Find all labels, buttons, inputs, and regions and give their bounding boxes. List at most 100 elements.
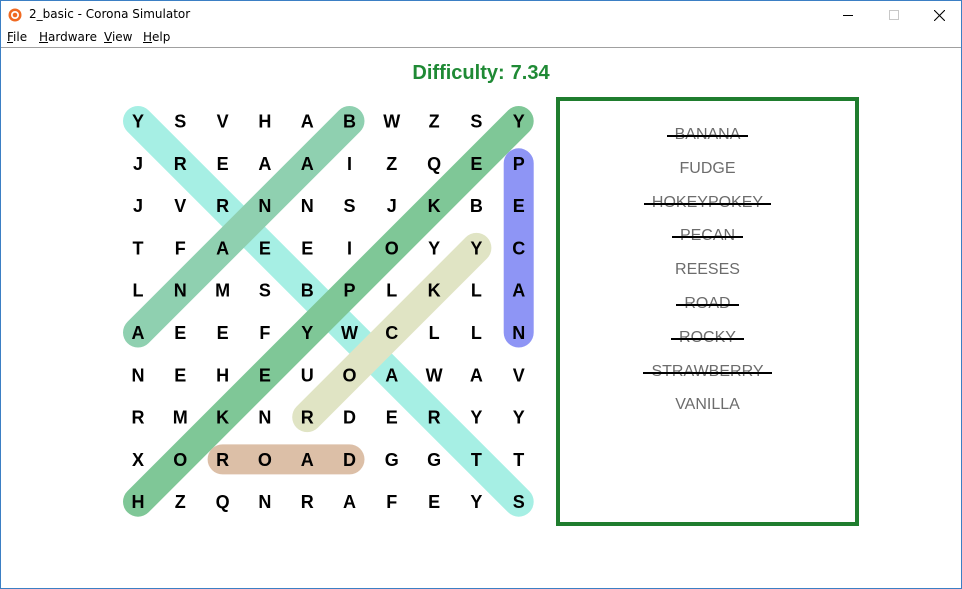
grid-letter[interactable]: U	[301, 365, 314, 385]
grid-letter[interactable]: Q	[216, 492, 230, 512]
grid-letter[interactable]: A	[301, 154, 314, 174]
grid-letter[interactable]: R	[216, 450, 229, 470]
grid-letter[interactable]: S	[343, 196, 355, 216]
grid-letter[interactable]: Z	[175, 492, 186, 512]
grid-letter[interactable]: A	[343, 492, 356, 512]
grid-letter[interactable]: O	[342, 365, 356, 385]
grid-letter[interactable]: Y	[428, 238, 440, 258]
close-button[interactable]	[916, 1, 962, 29]
grid-letter[interactable]: L	[133, 281, 144, 301]
grid-letter[interactable]: Y	[301, 323, 313, 343]
grid-letter[interactable]: T	[513, 450, 524, 470]
grid-letter[interactable]: N	[301, 196, 314, 216]
grid-letter[interactable]: V	[174, 196, 186, 216]
grid-letter[interactable]: K	[216, 408, 229, 428]
grid-letter[interactable]: Z	[429, 112, 440, 132]
grid-letter[interactable]: V	[217, 112, 229, 132]
grid-letter[interactable]: S	[513, 492, 525, 512]
grid-letter[interactable]: O	[258, 450, 272, 470]
grid-letter[interactable]: B	[343, 112, 356, 132]
grid-letter[interactable]: S	[470, 112, 482, 132]
grid-letter[interactable]: R	[216, 196, 229, 216]
grid-letter[interactable]: N	[258, 408, 271, 428]
grid-letter[interactable]: E	[217, 154, 229, 174]
grid-letter[interactable]: E	[174, 323, 186, 343]
grid-letter[interactable]: Z	[386, 154, 397, 174]
grid-letter[interactable]: N	[132, 365, 145, 385]
grid-letter[interactable]: Q	[427, 154, 441, 174]
grid-letter[interactable]: J	[387, 196, 397, 216]
grid-letter[interactable]: E	[174, 365, 186, 385]
grid-letter[interactable]: Y	[470, 238, 482, 258]
grid-letter[interactable]: A	[385, 365, 398, 385]
grid-letter[interactable]: R	[301, 492, 314, 512]
grid-letter[interactable]: K	[428, 281, 441, 301]
grid-letter[interactable]: K	[428, 196, 441, 216]
grid-letter[interactable]: A	[301, 450, 314, 470]
grid-letter[interactable]: I	[347, 238, 352, 258]
grid-letter[interactable]: D	[343, 450, 356, 470]
grid-letter[interactable]: J	[133, 196, 143, 216]
grid-letter[interactable]: N	[258, 196, 271, 216]
grid-letter[interactable]: L	[386, 281, 397, 301]
grid-letter[interactable]: R	[301, 408, 314, 428]
menu-help[interactable]: Help	[143, 30, 170, 44]
grid-letter[interactable]: M	[173, 408, 188, 428]
grid-letter[interactable]: L	[429, 323, 440, 343]
minimize-button[interactable]	[825, 1, 871, 29]
grid-letter[interactable]: W	[383, 112, 400, 132]
grid-letter[interactable]: N	[512, 323, 525, 343]
grid-letter[interactable]: F	[175, 238, 186, 258]
grid-letter[interactable]: Y	[513, 408, 525, 428]
grid-letter[interactable]: O	[173, 450, 187, 470]
grid-letter[interactable]: G	[385, 450, 399, 470]
grid-letter[interactable]: I	[347, 154, 352, 174]
grid-letter[interactable]: S	[174, 112, 186, 132]
maximize-button[interactable]	[871, 1, 917, 29]
grid-letter[interactable]: Y	[513, 112, 525, 132]
grid-letter[interactable]: T	[133, 238, 144, 258]
grid-letter[interactable]: A	[132, 323, 145, 343]
grid-letter[interactable]: A	[216, 238, 229, 258]
grid-letter[interactable]: Y	[470, 492, 482, 512]
menu-file[interactable]: File	[7, 30, 27, 44]
grid-letter[interactable]: E	[428, 492, 440, 512]
grid-letter[interactable]: H	[258, 112, 271, 132]
grid-letter[interactable]: S	[259, 281, 271, 301]
grid-letter[interactable]: R	[174, 154, 187, 174]
grid-letter[interactable]: O	[385, 238, 399, 258]
grid-letter[interactable]: H	[132, 492, 145, 512]
grid-letter[interactable]: C	[512, 238, 525, 258]
grid-letter[interactable]: R	[428, 408, 441, 428]
grid-letter[interactable]: W	[341, 323, 358, 343]
grid-letter[interactable]: E	[259, 365, 271, 385]
grid-letter[interactable]: A	[258, 154, 271, 174]
grid-letter[interactable]: A	[301, 112, 314, 132]
grid-letter[interactable]: E	[386, 408, 398, 428]
grid-letter[interactable]: R	[132, 408, 145, 428]
grid-letter[interactable]: A	[512, 281, 525, 301]
grid-letter[interactable]: N	[174, 281, 187, 301]
grid-letter[interactable]: F	[386, 492, 397, 512]
grid-letter[interactable]: Y	[470, 408, 482, 428]
grid-letter[interactable]: G	[427, 450, 441, 470]
word-search-grid[interactable]: Y S V H A B W Z S Y J R E A A I Z Q E P J V R N N S J K B E T F A E E I O Y Y C…	[1, 48, 561, 588]
grid-letter[interactable]: C	[385, 323, 398, 343]
grid-letter[interactable]: A	[470, 365, 483, 385]
grid-letter[interactable]: L	[471, 281, 482, 301]
grid-letter[interactable]: J	[133, 154, 143, 174]
grid-letter[interactable]: E	[217, 323, 229, 343]
grid-letter[interactable]: T	[471, 450, 482, 470]
grid-letter[interactable]: V	[513, 365, 525, 385]
grid-letter[interactable]: E	[259, 238, 271, 258]
grid-letter[interactable]: E	[301, 238, 313, 258]
grid-letter[interactable]: P	[513, 154, 525, 174]
grid-letter[interactable]: X	[132, 450, 144, 470]
grid-letter[interactable]: F	[259, 323, 270, 343]
menu-view[interactable]: View	[104, 30, 132, 44]
grid-letter[interactable]: D	[343, 408, 356, 428]
grid-letter[interactable]: E	[513, 196, 525, 216]
grid-letter[interactable]: W	[426, 365, 443, 385]
grid-letter[interactable]: N	[258, 492, 271, 512]
grid-letter[interactable]: E	[470, 154, 482, 174]
